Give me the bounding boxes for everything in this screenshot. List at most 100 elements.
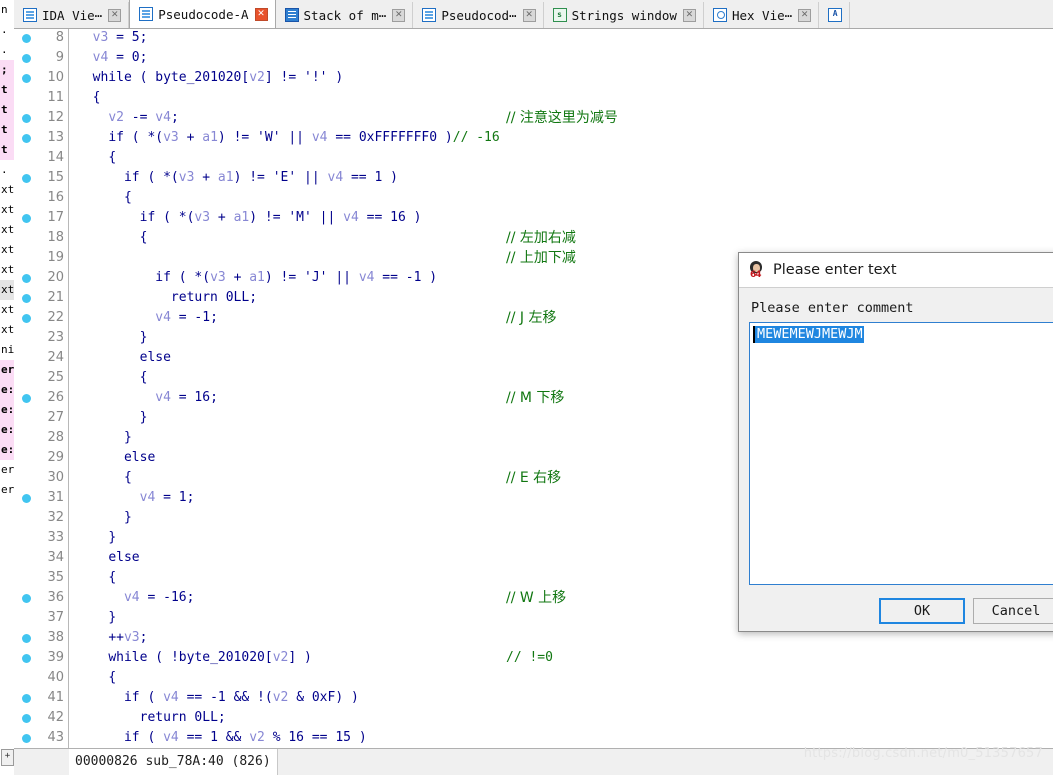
enter-text-dialog[interactable]: 64 Please enter text Please enter commen…: [738, 252, 1053, 632]
line-number[interactable]: 36: [14, 588, 68, 608]
breakpoint-dot-icon[interactable]: [22, 654, 31, 663]
line-number[interactable]: 43: [14, 728, 68, 748]
line-number[interactable]: 8: [14, 28, 68, 48]
functions-row[interactable]: e:: [0, 400, 14, 420]
functions-row[interactable]: xt: [0, 320, 14, 340]
code-line[interactable]: if ( v4 == -1 && !(v2 & 0xF) ): [69, 688, 1053, 708]
code-line[interactable]: return 0LL;: [69, 708, 1053, 728]
tab-pseudocode-a[interactable]: Pseudocode-A ✕: [129, 0, 276, 28]
line-number[interactable]: 37: [14, 608, 68, 628]
line-number[interactable]: 14: [14, 148, 68, 168]
code-line[interactable]: {: [69, 668, 1053, 688]
comment-input[interactable]: MEWEMEWJMEWJM: [749, 322, 1053, 585]
functions-row[interactable]: e:: [0, 420, 14, 440]
line-number[interactable]: 32: [14, 508, 68, 528]
line-number[interactable]: 26: [14, 388, 68, 408]
line-number[interactable]: 9: [14, 48, 68, 68]
close-icon[interactable]: ✕: [682, 8, 696, 22]
line-number[interactable]: 12: [14, 108, 68, 128]
functions-row[interactable]: ;: [0, 60, 14, 80]
functions-row[interactable]: xt: [0, 300, 14, 320]
breakpoint-dot-icon[interactable]: [22, 274, 31, 283]
line-number[interactable]: 11: [14, 88, 68, 108]
breakpoint-dot-icon[interactable]: [22, 114, 31, 123]
close-icon[interactable]: ✕: [798, 8, 812, 22]
code-line[interactable]: if ( *(v3 + a1) != 'M' || v4 == 16 ): [69, 208, 1053, 228]
line-number[interactable]: 28: [14, 428, 68, 448]
code-line[interactable]: {// 左加右减: [69, 228, 1053, 248]
breakpoint-dot-icon[interactable]: [22, 74, 31, 83]
line-number[interactable]: 16: [14, 188, 68, 208]
close-icon[interactable]: ✕: [108, 8, 122, 22]
line-number[interactable]: 40: [14, 668, 68, 688]
functions-row[interactable]: t: [0, 80, 14, 100]
functions-row[interactable]: er: [0, 360, 14, 380]
functions-row[interactable]: e:: [0, 380, 14, 400]
line-number[interactable]: 22: [14, 308, 68, 328]
functions-window-sliver[interactable]: n. t.;tttt.xtxtxtxtxtxtxtxtniere:e:e:e:e…: [0, 0, 15, 774]
functions-row[interactable]: t: [0, 140, 14, 160]
functions-row[interactable]: xt: [0, 260, 14, 280]
line-number[interactable]: 38: [14, 628, 68, 648]
code-line[interactable]: if ( v4 == 1 && v2 % 16 == 15 ): [69, 728, 1053, 748]
line-number[interactable]: 24: [14, 348, 68, 368]
cancel-button[interactable]: Cancel: [973, 598, 1053, 624]
line-number[interactable]: 41: [14, 688, 68, 708]
breakpoint-dot-icon[interactable]: [22, 634, 31, 643]
functions-row[interactable]: ni: [0, 340, 14, 360]
tab-extra[interactable]: A: [819, 2, 851, 28]
functions-row[interactable]: .: [0, 160, 14, 180]
line-number[interactable]: 34: [14, 548, 68, 568]
line-number[interactable]: 13: [14, 128, 68, 148]
functions-row[interactable]: xt: [0, 220, 14, 240]
close-icon[interactable]: ✕: [392, 8, 406, 22]
code-line[interactable]: v4 = 0;: [69, 48, 1053, 68]
line-number[interactable]: 25: [14, 368, 68, 388]
code-line[interactable]: v2 -= v4; // 注意这里为减号: [69, 108, 1053, 128]
line-number[interactable]: 17: [14, 208, 68, 228]
breakpoint-dot-icon[interactable]: [22, 294, 31, 303]
code-line[interactable]: while ( byte_201020[v2] != '!' ): [69, 68, 1053, 88]
breakpoint-dot-icon[interactable]: [22, 54, 31, 63]
code-line[interactable]: if ( *(v3 + a1) != 'E' || v4 == 1 ): [69, 168, 1053, 188]
functions-row[interactable]: n: [0, 0, 14, 20]
breakpoint-dot-icon[interactable]: [22, 34, 31, 43]
close-icon[interactable]: ✕: [522, 8, 536, 22]
line-number[interactable]: 29: [14, 448, 68, 468]
functions-row[interactable]: . t: [0, 20, 14, 40]
line-number[interactable]: 42: [14, 708, 68, 728]
ok-button[interactable]: OK: [879, 598, 965, 624]
breakpoint-dot-icon[interactable]: [22, 694, 31, 703]
line-number[interactable]: 33: [14, 528, 68, 548]
tab-stack-of-m[interactable]: Stack of m⋯ ✕: [275, 2, 414, 28]
functions-row[interactable]: t: [0, 100, 14, 120]
line-number[interactable]: 10: [14, 68, 68, 88]
sliver-expand-button[interactable]: +: [1, 749, 14, 766]
close-icon[interactable]: ✕: [254, 7, 268, 21]
functions-row[interactable]: t: [0, 120, 14, 140]
line-number-gutter[interactable]: 8 9 10 11 12 13 14 15 16 17 18 19 20 21 22 23 24 25 26 27 28…: [14, 28, 69, 748]
tab-hex-vie[interactable]: Hex Vie⋯ ✕: [703, 2, 820, 28]
line-number[interactable]: 30: [14, 468, 68, 488]
functions-row[interactable]: xt: [0, 180, 14, 200]
line-number[interactable]: 19: [14, 248, 68, 268]
tab-strings-window[interactable]: s Strings window ✕: [543, 2, 704, 28]
tab-ida-vie[interactable]: IDA Vie⋯ ✕: [14, 2, 130, 28]
breakpoint-dot-icon[interactable]: [22, 134, 31, 143]
line-number[interactable]: 27: [14, 408, 68, 428]
functions-row[interactable]: er: [0, 460, 14, 480]
line-number[interactable]: 15: [14, 168, 68, 188]
functions-row[interactable]: er: [0, 480, 14, 500]
breakpoint-dot-icon[interactable]: [22, 314, 31, 323]
line-number[interactable]: 20: [14, 268, 68, 288]
code-line[interactable]: while ( !byte_201020[v2] ) // !=0: [69, 648, 1053, 668]
functions-row[interactable]: e:: [0, 440, 14, 460]
line-number[interactable]: 18: [14, 228, 68, 248]
line-number[interactable]: 23: [14, 328, 68, 348]
breakpoint-dot-icon[interactable]: [22, 734, 31, 743]
tab-pseudocod[interactable]: Pseudocod⋯ ✕: [413, 2, 544, 28]
code-line[interactable]: {: [69, 188, 1053, 208]
breakpoint-dot-icon[interactable]: [22, 594, 31, 603]
code-line[interactable]: {: [69, 148, 1053, 168]
line-number[interactable]: 35: [14, 568, 68, 588]
